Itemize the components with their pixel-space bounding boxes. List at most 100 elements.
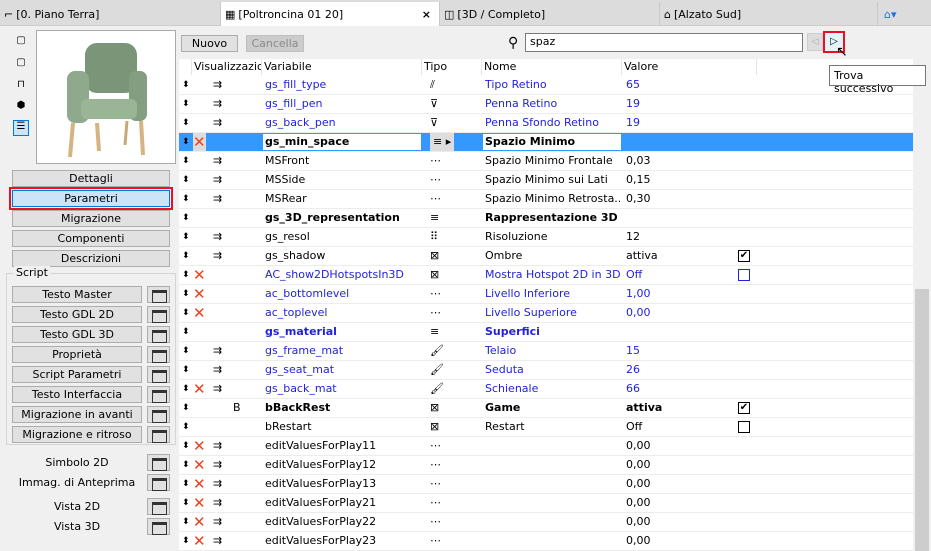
open-window-icon[interactable] [147,366,170,383]
reorder-handle-icon[interactable]: ⬍ [182,494,190,512]
reorder-handle-icon[interactable]: ⬍ [182,418,190,436]
open-window-icon[interactable] [147,386,170,403]
material-type-icon[interactable]: 🖌 [430,380,444,398]
view-plan-icon[interactable]: ▢ [15,57,27,69]
variable-cell[interactable]: ac_bottomlevel [265,285,420,303]
value-cell[interactable]: 65 [626,76,746,94]
boolean-type-icon[interactable]: ⊠ [430,418,439,436]
name-cell[interactable]: Spazio Minimo [483,134,621,150]
open-window-icon[interactable] [147,306,170,323]
reorder-handle-icon[interactable]: ⬍ [182,475,190,493]
table-row[interactable]: ⬍ ✕ ⇉ gs_back_mat 🖌 Schienale 66 [179,380,913,399]
delete-button[interactable]: Cancella [246,35,304,52]
hidden-flag-icon[interactable]: ✕ [193,494,206,512]
length-type-icon[interactable]: ⋯ [430,532,441,550]
value-cell[interactable]: 26 [626,361,746,379]
name-cell[interactable]: Tipo Retino [485,76,620,94]
open-window-icon[interactable] [147,406,170,423]
value-cell[interactable]: 0,00 [626,475,746,493]
name-cell[interactable]: Livello Superiore [485,304,620,322]
view-vista-3d-label[interactable]: Vista 3D [12,520,142,533]
fill-pattern-type-icon[interactable]: ⫽ [430,76,435,94]
reorder-handle-icon[interactable]: ⬍ [182,399,190,417]
indent-arrow-icon[interactable]: ⇉ [213,76,222,94]
indent-arrow-icon[interactable]: ⇉ [213,494,222,512]
indent-arrow-icon[interactable]: ⇉ [213,513,222,531]
hidden-flag-icon[interactable]: ✕ [193,456,206,474]
value-cell[interactable]: attiva [626,399,746,417]
new-button[interactable]: Nuovo [181,35,238,52]
name-cell[interactable]: Spazio Minimo Frontale [485,152,620,170]
variable-cell[interactable]: gs_fill_pen [265,95,420,113]
indent-arrow-icon[interactable]: ⇉ [213,532,222,550]
name-cell[interactable] [485,437,620,455]
value-cell[interactable]: 0,03 [626,152,746,170]
hidden-flag-icon[interactable]: ✕ [193,304,206,322]
indent-arrow-icon[interactable]: ⇉ [213,228,222,246]
view-simbolo-2d-label[interactable]: Simbolo 2D [12,456,142,469]
reorder-handle-icon[interactable]: ⬍ [182,247,190,265]
table-row[interactable]: ⬍ ✕ ⇉ editValuesForPlay11 ⋯ 0,00 [179,437,913,456]
table-row[interactable]: ⬍ ⇉ gs_fill_pen ⊽ Penna Retino 19 [179,95,913,114]
reorder-handle-icon[interactable]: ⬍ [182,304,190,322]
indent-arrow-icon[interactable]: ⇉ [213,171,222,189]
indent-arrow-icon[interactable]: ⇉ [213,190,222,208]
table-row[interactable]: ⬍ ✕ ⇉ editValuesForPlay13 ⋯ 0,00 [179,475,913,494]
open-window-icon[interactable] [147,426,170,443]
value-cell[interactable]: 0,00 [626,456,746,474]
title-type-icon[interactable]: ≡ [430,209,439,227]
close-tab-icon[interactable]: × [422,8,431,21]
length-type-icon[interactable]: ⋯ [430,494,441,512]
open-window-icon[interactable] [147,454,170,471]
script-script-parametri-button[interactable]: Script Parametri [12,366,142,383]
table-row[interactable]: ⬍ ✕ gs_min_space ≡ ▸ Spazio Minimo [179,133,913,152]
hidden-flag-icon[interactable]: ✕ [193,475,206,493]
variable-cell[interactable]: gs_seat_mat [265,361,420,379]
value-cell[interactable] [626,133,746,151]
open-window-icon[interactable] [147,518,170,535]
value-cell[interactable]: 0,00 [626,304,746,322]
boolean-type-icon[interactable]: ⊠ [430,247,439,265]
name-cell[interactable]: Restart [485,418,620,436]
table-row[interactable]: ⬍ ⇉ gs_resol ⠿ Risoluzione 12 [179,228,913,247]
variable-cell[interactable]: editValuesForPlay23 [265,532,420,550]
name-cell[interactable]: Livello Inferiore [485,285,620,303]
nav-parametri-button[interactable]: Parametri [9,187,173,210]
integer-type-icon[interactable]: ⠿ [430,228,438,246]
script-testo-gdl-3d-button[interactable]: Testo GDL 3D [12,326,142,343]
value-cell[interactable]: 0,00 [626,532,746,550]
vertical-scrollbar[interactable] [913,59,931,551]
variable-cell[interactable]: gs_resol [265,228,420,246]
variable-cell[interactable]: ac_toplevel [265,304,420,322]
table-row[interactable]: ⬍ ⇉ gs_back_pen ⊽ Penna Sfondo Retino 19 [179,114,913,133]
reorder-handle-icon[interactable]: ⬍ [182,285,190,303]
boolean-type-icon[interactable]: ⊠ [430,399,439,417]
variable-cell[interactable]: AC_show2DHotspotsIn3D [265,266,420,284]
reorder-handle-icon[interactable]: ⬍ [182,95,190,113]
table-row[interactable]: ⬍ ✕ ⇉ editValuesForPlay23 ⋯ 0,00 [179,532,913,551]
table-row[interactable]: ⬍ BbBackRest ⊠ Game attiva ✔ [179,399,913,418]
header-visualizzazioni[interactable]: Visualizzazioni [192,59,262,75]
variable-cell[interactable]: MSRear [265,190,420,208]
reorder-handle-icon[interactable]: ⬍ [182,361,190,379]
hidden-flag-icon[interactable]: ✕ [193,437,206,455]
table-row[interactable]: ⬍ ✕ AC_show2DHotspotsIn3D ⊠ Mostra Hotspot 2… [179,266,913,285]
hidden-flag-icon[interactable]: ✕ [193,532,206,550]
variable-cell[interactable]: gs_min_space [263,134,421,150]
variable-cell[interactable]: gs_frame_mat [265,342,420,360]
reorder-handle-icon[interactable]: ⬍ [182,171,190,189]
open-window-icon[interactable] [147,346,170,363]
variable-cell[interactable]: MSFront [265,152,420,170]
name-cell[interactable]: Telaio [485,342,620,360]
header-tipo[interactable]: Tipo [422,59,482,75]
open-window-icon[interactable] [147,286,170,303]
name-cell[interactable]: Penna Retino [485,95,620,113]
indent-arrow-icon[interactable]: ⇉ [213,247,222,265]
table-row[interactable]: ⬍ ✕ ⇉ editValuesForPlay22 ⋯ 0,00 [179,513,913,532]
value-cell[interactable] [626,323,746,341]
variable-cell[interactable]: editValuesForPlay13 [265,475,420,493]
reorder-handle-icon[interactable]: ⬍ [182,342,190,360]
length-type-icon[interactable]: ⋯ [430,285,441,303]
table-row[interactable]: ⬍ gs_3D_representation ≡ Rappresentazione 3… [179,209,913,228]
variable-cell[interactable]: gs_back_mat [265,380,420,398]
